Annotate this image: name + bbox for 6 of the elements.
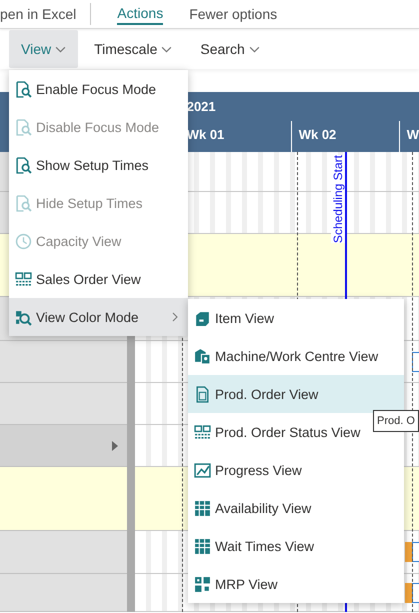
week-label: W — [406, 127, 419, 142]
tooltip: Prod. O — [373, 410, 419, 432]
week-label: Wk 02 — [298, 127, 336, 142]
marker-label: Scheduling Start — [331, 155, 345, 244]
year-label: 2021 — [186, 99, 216, 114]
week-label: Wk 01 — [186, 127, 224, 142]
